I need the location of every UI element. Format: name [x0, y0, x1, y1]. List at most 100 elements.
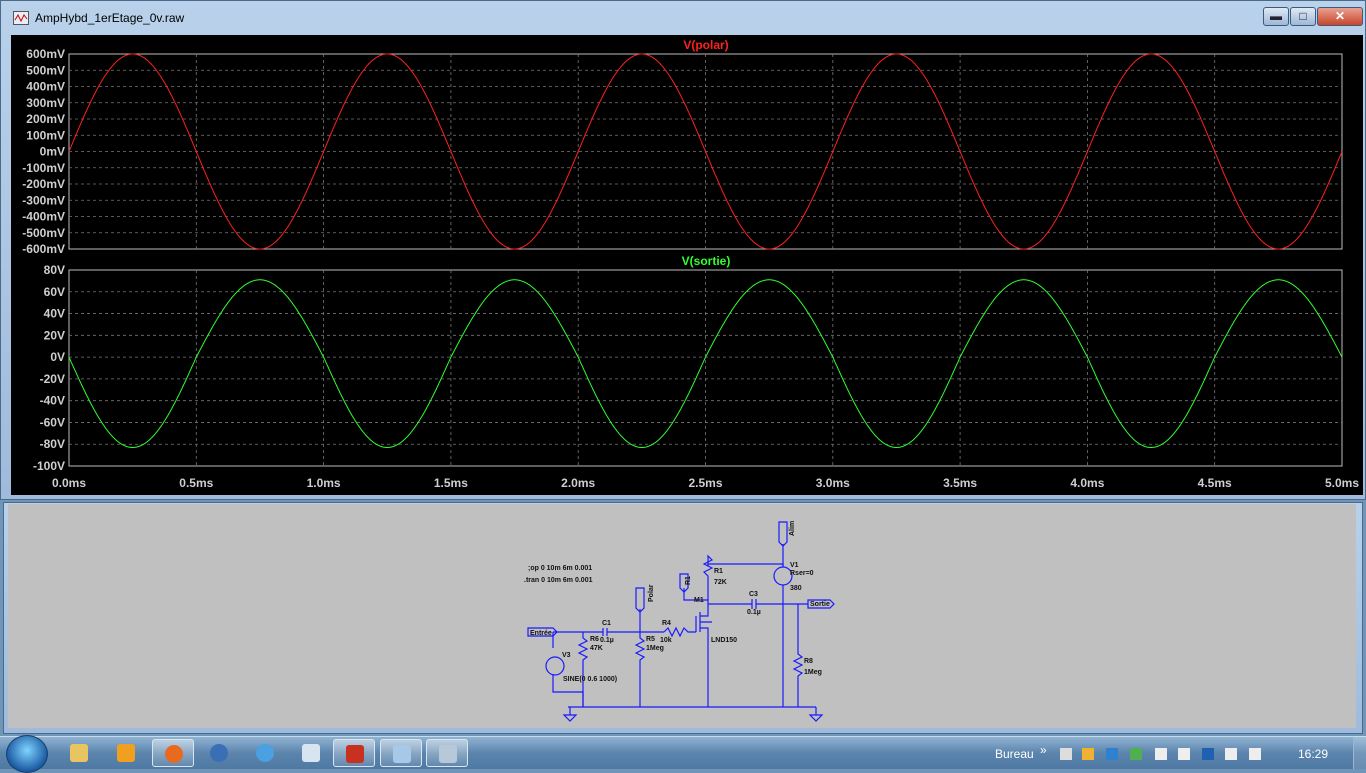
- x-tick-label: 0.0ms: [52, 476, 86, 490]
- r5-symbol: [634, 632, 646, 707]
- taskbar-firefox[interactable]: [152, 739, 194, 767]
- y-tick-label: 300mV: [26, 96, 65, 110]
- ground-symbol: [562, 714, 824, 722]
- polar-flag[interactable]: [635, 587, 645, 613]
- label-v1-rser: Rser=0: [790, 570, 814, 577]
- ground-stub: [569, 707, 817, 715]
- show-desktop-button[interactable]: [1353, 737, 1366, 769]
- label-v1-value: 380: [790, 585, 802, 592]
- label-r1-flag: R1: [685, 576, 692, 585]
- label-alim: Alim: [789, 521, 796, 536]
- y-tick-label: -500mV: [22, 226, 65, 240]
- schematic-canvas[interactable]: Entrée Polar R1 Alim Sortie ;op 0 10m 6m…: [8, 504, 1356, 728]
- volume-icon[interactable]: [1178, 748, 1190, 760]
- media-player-icon: [117, 744, 135, 762]
- action-center-flag-icon[interactable]: [1225, 748, 1237, 760]
- network-signal-icon[interactable]: [1249, 748, 1261, 760]
- r8-symbol: [792, 604, 804, 707]
- r4-symbol: [663, 626, 696, 638]
- x-tick-label: 5.0ms: [1325, 476, 1359, 490]
- label-r6-value: 47K: [590, 645, 603, 652]
- c1-symbol: [602, 628, 608, 636]
- r6-symbol: [577, 632, 589, 707]
- taskbar-app-5[interactable]: [244, 739, 286, 767]
- r1-symbol: [702, 554, 714, 600]
- close-button[interactable]: ✕: [1317, 7, 1363, 26]
- tray-update-icon[interactable]: [1106, 748, 1118, 760]
- plot-panel[interactable]: 600mV 500mV 400mV 300mV 200mV 100mV 0mV -100mV -…: [11, 35, 1363, 495]
- label-m1: M1: [694, 597, 704, 604]
- label-r6: R6: [590, 636, 599, 643]
- label-r8: R8: [804, 658, 813, 665]
- y-tick-label: 200mV: [26, 112, 65, 126]
- minimize-button[interactable]: ▬: [1263, 7, 1289, 26]
- y-tick-label: 0mV: [40, 145, 65, 159]
- trace-label-vpolar[interactable]: V(polar): [683, 38, 728, 52]
- label-v1: V1: [790, 562, 799, 569]
- schematic-drawing[interactable]: Entrée Polar R1 Alim Sortie ;op 0 10m 6m…: [8, 504, 1356, 728]
- title-bar[interactable]: AmpHybd_1erEtage_0v.raw ▬ □ ✕: [1, 1, 1366, 35]
- label-v3-value: SINE(0 0.6 1000): [563, 676, 617, 683]
- toolbar-label-bureau[interactable]: Bureau: [995, 747, 1034, 761]
- label-r5-value: 1Meg: [646, 645, 664, 652]
- y-tick-label: 600mV: [26, 47, 65, 61]
- calculator-icon: [439, 745, 457, 763]
- label-c1: C1: [602, 620, 611, 627]
- x-tick-label: 4.5ms: [1198, 476, 1232, 490]
- firefox-icon: [165, 745, 183, 763]
- tray-bluetooth-icon[interactable]: [1202, 748, 1214, 760]
- x-tick-label: 3.0ms: [816, 476, 850, 490]
- taskbar-notepad[interactable]: [380, 739, 422, 767]
- x-tick-label: 1.0ms: [307, 476, 341, 490]
- folder-icon: [70, 744, 88, 762]
- x-tick-label: 2.0ms: [561, 476, 595, 490]
- trace-label-vsortie[interactable]: V(sortie): [682, 254, 731, 268]
- x-tick-label: 1.5ms: [434, 476, 468, 490]
- y-tick-label: -300mV: [22, 193, 65, 207]
- label-r5: R5: [646, 636, 655, 643]
- toolbar-chevron[interactable]: »: [1040, 743, 1047, 757]
- m1-symbol: [695, 608, 712, 707]
- y-tick-label: 20V: [44, 328, 65, 342]
- tray-security-icon[interactable]: [1130, 748, 1142, 760]
- x-tick-label: 2.5ms: [688, 476, 722, 490]
- pane-vsortie[interactable]: 80V 60V 40V 20V 0V -20V -40V -60V -80V -100V 0.0ms…: [33, 263, 1359, 490]
- taskbar-app-6[interactable]: [290, 739, 332, 767]
- directive-op[interactable]: ;op 0 10m 6m 0.001: [528, 565, 592, 572]
- label-r4: R4: [662, 620, 671, 627]
- y-tick-label: 80V: [44, 263, 65, 277]
- y-tick-label: -400mV: [22, 210, 65, 224]
- y-tick-label: 60V: [44, 285, 65, 299]
- waveform-plot[interactable]: 600mV 500mV 400mV 300mV 200mV 100mV 0mV -100mV -…: [11, 35, 1363, 495]
- y-tick-label: -60V: [40, 415, 65, 429]
- usb-device-icon[interactable]: [1155, 748, 1167, 760]
- label-r1: R1: [714, 568, 723, 575]
- x-tick-label: 3.5ms: [943, 476, 977, 490]
- maximize-button[interactable]: □: [1290, 7, 1316, 26]
- c3-symbol: [708, 599, 808, 609]
- label-m1-value: LND150: [711, 637, 737, 644]
- taskbar-explorer[interactable]: [58, 739, 100, 767]
- y-tick-label: -600mV: [22, 242, 65, 256]
- directive-tran[interactable]: .tran 0 10m 6m 0.001: [524, 577, 593, 584]
- alim-flag[interactable]: [778, 521, 788, 547]
- waveform-window: AmpHybd_1erEtage_0v.raw ▬ □ ✕ 600mV 500mV…: [0, 0, 1366, 500]
- sun-app-icon: [256, 744, 274, 762]
- taskbar-ltspice[interactable]: [333, 739, 375, 767]
- label-v3: V3: [562, 652, 571, 659]
- taskbar-media-player[interactable]: [105, 739, 147, 767]
- clock[interactable]: 16:29: [1298, 747, 1328, 761]
- tray-app-icon[interactable]: [1082, 748, 1094, 760]
- taskbar-calculator[interactable]: [426, 739, 468, 767]
- pane-vpolar[interactable]: 600mV 500mV 400mV 300mV 200mV 100mV 0mV -100mV -…: [22, 47, 1343, 256]
- window-title: AmpHybd_1erEtage_0v.raw: [35, 11, 185, 25]
- y-tick-label: -100mV: [22, 161, 65, 175]
- show-hidden-icons-icon[interactable]: [1060, 748, 1072, 760]
- v3-wire: [552, 632, 584, 707]
- label-r4-value: 10k: [660, 637, 672, 644]
- taskbar-app-4[interactable]: [198, 739, 240, 767]
- y-tick-label: 0V: [50, 350, 65, 364]
- start-button[interactable]: [6, 735, 48, 773]
- x-tick-label: 4.0ms: [1070, 476, 1104, 490]
- label-sortie: Sortie: [810, 601, 830, 608]
